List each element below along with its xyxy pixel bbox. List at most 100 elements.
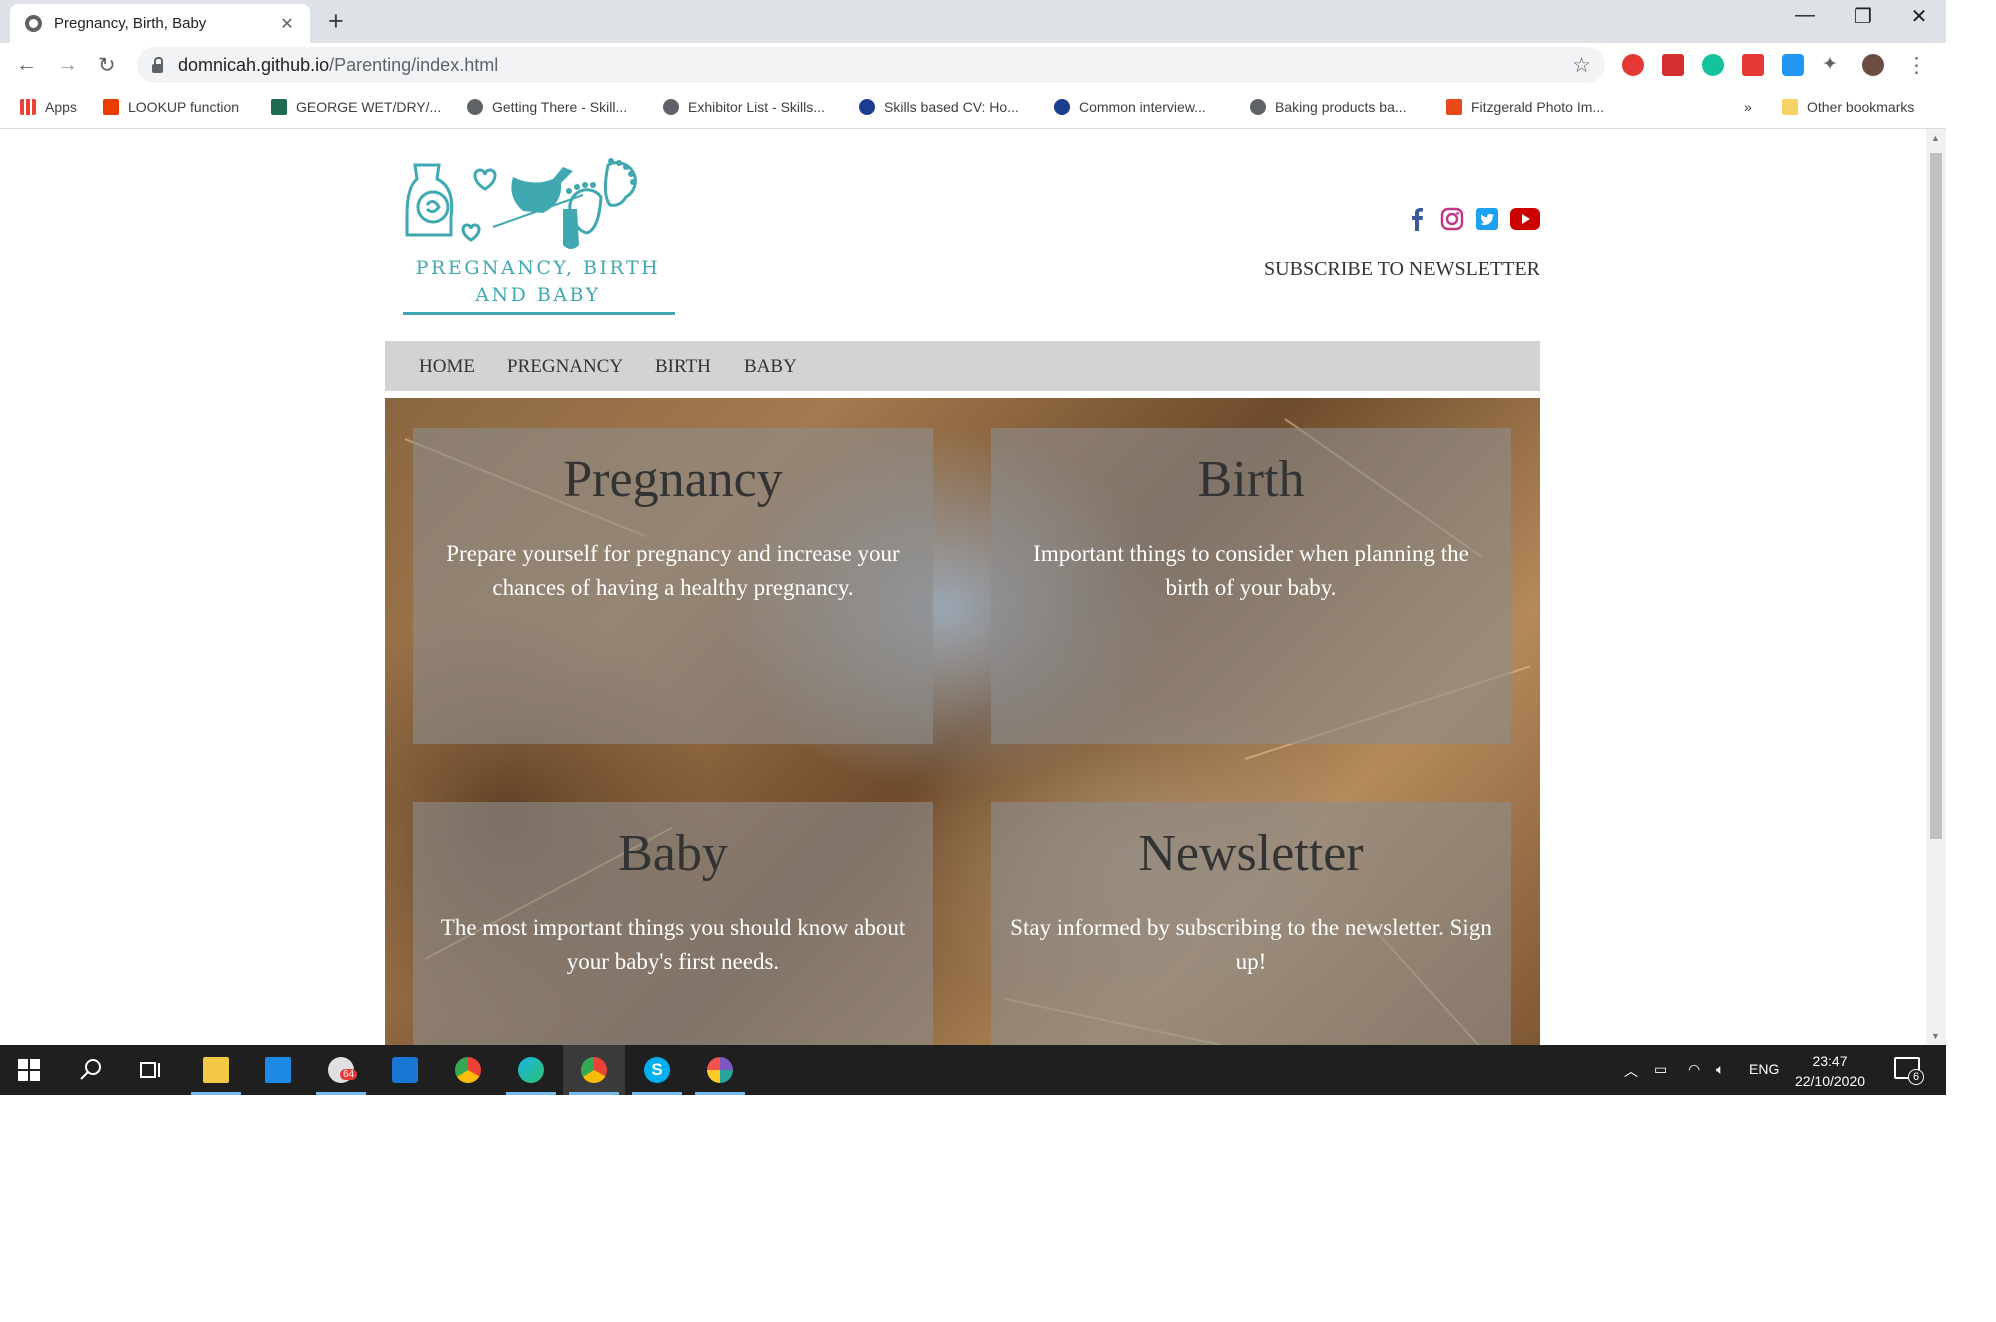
browser-tab[interactable]: Pregnancy, Birth, Baby ✕ bbox=[10, 4, 310, 43]
globe-icon bbox=[1250, 99, 1266, 115]
globe-icon bbox=[25, 15, 42, 32]
back-icon[interactable]: ← bbox=[16, 53, 37, 77]
chrome-icon[interactable] bbox=[455, 1057, 481, 1083]
taskbar-clock[interactable]: 23:47 22/10/2020 bbox=[1780, 1051, 1880, 1091]
card-title: Baby bbox=[618, 825, 728, 882]
office-extension-icon[interactable] bbox=[1662, 54, 1684, 76]
nav-pregnancy[interactable]: PREGNANCY bbox=[507, 356, 623, 378]
lock-icon bbox=[152, 56, 163, 73]
site-icon bbox=[859, 99, 875, 115]
edge-icon[interactable] bbox=[518, 1057, 544, 1083]
logo-text: PREGNANCY, BIRTH AND BABY bbox=[403, 255, 673, 309]
menu-kebab-icon[interactable]: ⋮ bbox=[1906, 53, 1927, 78]
page-scrollbar[interactable]: ▲ ▼ bbox=[1926, 129, 1946, 1045]
bookmark-label: Common interview... bbox=[1079, 99, 1206, 115]
extensions-puzzle-icon[interactable]: ✦ bbox=[1822, 53, 1838, 76]
bookmark-apps[interactable]: Apps bbox=[20, 97, 77, 117]
reload-icon[interactable]: ↻ bbox=[98, 53, 116, 78]
bookmark-getting-there[interactable]: Getting There - Skill... bbox=[467, 97, 627, 117]
todo-extension-icon[interactable] bbox=[1742, 54, 1764, 76]
active-indicator bbox=[316, 1092, 366, 1095]
windows-taskbar: 64 S ︿ ▭ ◠ 🔈︎ ENG 23:47 22/10/2020 6 bbox=[0, 1045, 1946, 1095]
subscribe-newsletter-link[interactable]: SUBSCRIBE TO NEWSLETTER bbox=[1150, 258, 1540, 281]
globe-icon bbox=[663, 99, 679, 115]
screen: Pregnancy, Birth, Baby ✕ + — ❐ ✕ ← → ↻ d… bbox=[0, 0, 1946, 1095]
card-title: Pregnancy bbox=[563, 451, 783, 508]
task-view-icon[interactable] bbox=[138, 1057, 164, 1083]
bookmark-label: Other bookmarks bbox=[1807, 99, 1915, 115]
facebook-icon[interactable] bbox=[1404, 206, 1430, 232]
bookmarks-bar: Apps LOOKUP function GEORGE WET/DRY/... … bbox=[0, 86, 1946, 129]
card-text: Stay informed by subscribing to the news… bbox=[1010, 915, 1492, 974]
grammarly-extension-icon[interactable] bbox=[1702, 54, 1724, 76]
active-indicator bbox=[569, 1092, 619, 1095]
battery-icon[interactable]: ▭ bbox=[1654, 1061, 1667, 1078]
minimize-button[interactable]: — bbox=[1776, 4, 1834, 27]
bookmark-exhibitor[interactable]: Exhibitor List - Skills... bbox=[663, 97, 825, 117]
address-bar[interactable]: domnicah.github.io/Parenting/index.html … bbox=[137, 47, 1605, 83]
card-baby[interactable]: Baby The most important things you shoul… bbox=[413, 802, 933, 1045]
bookmark-lookup[interactable]: LOOKUP function bbox=[103, 97, 239, 117]
card-newsletter[interactable]: Newsletter Stay informed by subscribing … bbox=[991, 802, 1511, 1045]
card-pregnancy[interactable]: Pregnancy Prepare yourself for pregnancy… bbox=[413, 428, 933, 744]
mail-icon[interactable] bbox=[265, 1057, 291, 1083]
cube-extension-icon[interactable] bbox=[1782, 54, 1804, 76]
tab-title: Pregnancy, Birth, Baby bbox=[54, 15, 207, 32]
bookmark-fitzgerald[interactable]: Fitzgerald Photo Im... bbox=[1446, 97, 1604, 117]
calendar-app-icon[interactable] bbox=[392, 1057, 418, 1083]
card-text: Important things to consider when planni… bbox=[1033, 541, 1469, 600]
bookmark-star-icon[interactable]: ☆ bbox=[1572, 53, 1591, 78]
bookmarks-overflow-button[interactable]: » bbox=[1744, 97, 1752, 117]
file-explorer-icon[interactable] bbox=[203, 1057, 229, 1083]
tray-chevron-icon[interactable]: ︿ bbox=[1624, 1061, 1638, 1081]
twitter-icon[interactable] bbox=[1474, 206, 1500, 232]
clock-date: 22/10/2020 bbox=[1794, 1073, 1866, 1089]
scrollbar-thumb[interactable] bbox=[1930, 153, 1942, 839]
card-title: Newsletter bbox=[1138, 825, 1364, 882]
language-indicator[interactable]: ENG bbox=[1749, 1061, 1779, 1077]
active-indicator bbox=[632, 1092, 682, 1095]
skype-icon[interactable]: S bbox=[644, 1057, 670, 1083]
tab-close-icon[interactable]: ✕ bbox=[276, 14, 298, 34]
page-viewport: PREGNANCY, BIRTH AND BABY SUBSCRIBE TO N… bbox=[0, 129, 1926, 1045]
forward-icon[interactable]: → bbox=[57, 53, 78, 77]
main-nav: HOME PREGNANCY BIRTH BABY bbox=[385, 341, 1540, 391]
paint-icon[interactable] bbox=[707, 1057, 733, 1083]
nav-baby[interactable]: BABY bbox=[744, 356, 797, 378]
notification-center-icon[interactable]: 6 bbox=[1894, 1057, 1924, 1085]
slack-icon[interactable]: 64 bbox=[328, 1057, 358, 1083]
bookmark-label: Fitzgerald Photo Im... bbox=[1471, 99, 1605, 115]
restore-button[interactable]: ❐ bbox=[1834, 4, 1892, 29]
youtube-icon[interactable] bbox=[1510, 206, 1540, 232]
hero-background: Pregnancy Prepare yourself for pregnancy… bbox=[385, 398, 1540, 1045]
logo-underline bbox=[403, 312, 675, 315]
search-icon[interactable] bbox=[78, 1057, 104, 1083]
bookmark-label: Exhibitor List - Skills... bbox=[688, 99, 825, 115]
folder-icon bbox=[1782, 99, 1798, 115]
new-tab-button[interactable]: + bbox=[328, 6, 344, 37]
nav-home[interactable]: HOME bbox=[419, 356, 475, 378]
close-window-button[interactable]: ✕ bbox=[1890, 4, 1946, 29]
wifi-icon[interactable]: ◠ bbox=[1688, 1061, 1700, 1078]
profile-avatar[interactable] bbox=[1862, 54, 1884, 76]
scroll-up-icon[interactable]: ▲ bbox=[1931, 133, 1940, 143]
scroll-down-icon[interactable]: ▼ bbox=[1931, 1031, 1940, 1041]
bookmark-common-interview[interactable]: Common interview... bbox=[1054, 97, 1206, 117]
windows-start-icon[interactable] bbox=[18, 1059, 40, 1081]
opera-extension-icon[interactable] bbox=[1622, 54, 1644, 76]
bookmark-george[interactable]: GEORGE WET/DRY/... bbox=[271, 97, 441, 117]
browser-toolbar: ← → ↻ domnicah.github.io/Parenting/index… bbox=[0, 43, 1946, 86]
nav-birth[interactable]: BIRTH bbox=[655, 356, 711, 378]
instagram-icon[interactable] bbox=[1439, 206, 1465, 232]
active-indicator bbox=[191, 1092, 241, 1095]
other-bookmarks-folder[interactable]: Other bookmarks bbox=[1782, 97, 1914, 117]
bookmark-label: Skills based CV: Ho... bbox=[884, 99, 1019, 115]
bookmark-baking[interactable]: Baking products ba... bbox=[1250, 97, 1407, 117]
chrome-profile-icon[interactable] bbox=[581, 1057, 607, 1083]
card-birth[interactable]: Birth Important things to consider when … bbox=[991, 428, 1511, 744]
url-text[interactable]: domnicah.github.io/Parenting/index.html bbox=[178, 55, 1572, 76]
bookmark-skills-cv[interactable]: Skills based CV: Ho... bbox=[859, 97, 1019, 117]
volume-icon[interactable]: 🔈︎ bbox=[1716, 1061, 1724, 1078]
office-icon bbox=[103, 99, 119, 115]
bookmark-label: Getting There - Skill... bbox=[492, 99, 628, 115]
